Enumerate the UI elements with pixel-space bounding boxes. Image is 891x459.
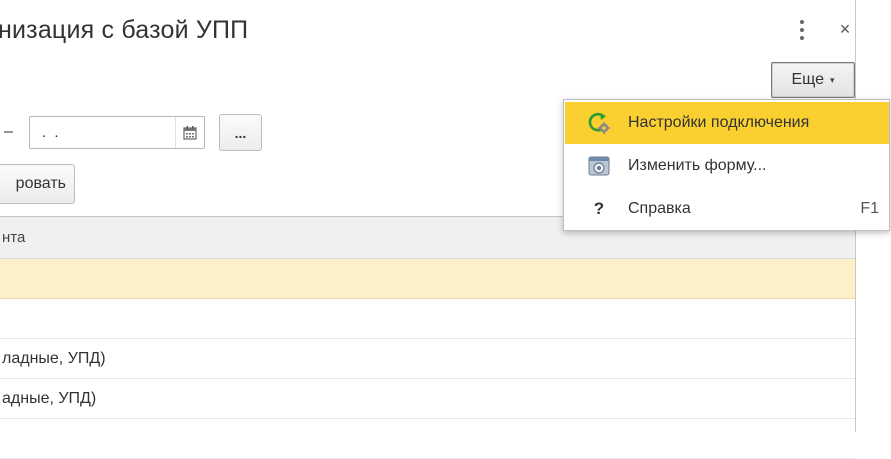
table-row[interactable] — [0, 299, 855, 339]
close-icon[interactable]: × — [835, 18, 855, 40]
data-table: нта ладные, УПД) адные, УПД) — [0, 216, 855, 459]
menu-item-help[interactable]: ? Справка F1 — [565, 188, 889, 230]
menu-item-connection-settings[interactable]: Настройки подключения — [565, 102, 889, 144]
date-input[interactable]: . . — [29, 116, 205, 149]
more-button-label: Еще — [791, 71, 825, 88]
chevron-down-icon: ▾ — [830, 74, 835, 85]
vertical-dots-icon[interactable] — [795, 20, 809, 40]
table-row[interactable] — [0, 259, 855, 299]
menu-item-label: Настройки подключения — [628, 114, 810, 131]
more-button[interactable]: Еще ▾ — [771, 62, 855, 98]
table-row[interactable] — [0, 419, 855, 459]
refresh-settings-icon — [587, 111, 611, 135]
form-settings-icon — [587, 154, 611, 178]
form-title: низация с базой УПП — [0, 16, 249, 44]
table-row[interactable]: ладные, УПД) — [0, 339, 855, 379]
action-button[interactable]: ровать — [0, 164, 75, 204]
date-value: . . — [42, 124, 61, 141]
table-row[interactable]: адные, УПД) — [0, 379, 855, 419]
shortcut-label: F1 — [860, 200, 879, 217]
calendar-icon[interactable] — [175, 117, 204, 148]
help-icon: ? — [593, 199, 605, 218]
more-menu-dropdown: Настройки подключения Изменить форму... … — [563, 99, 890, 231]
menu-item-label: Справка — [628, 200, 691, 217]
menu-item-change-form[interactable]: Изменить форму... — [565, 145, 889, 187]
select-period-button[interactable]: ... — [219, 114, 262, 151]
menu-item-label: Изменить форму... — [628, 157, 767, 174]
period-dash: – — [4, 123, 13, 140]
